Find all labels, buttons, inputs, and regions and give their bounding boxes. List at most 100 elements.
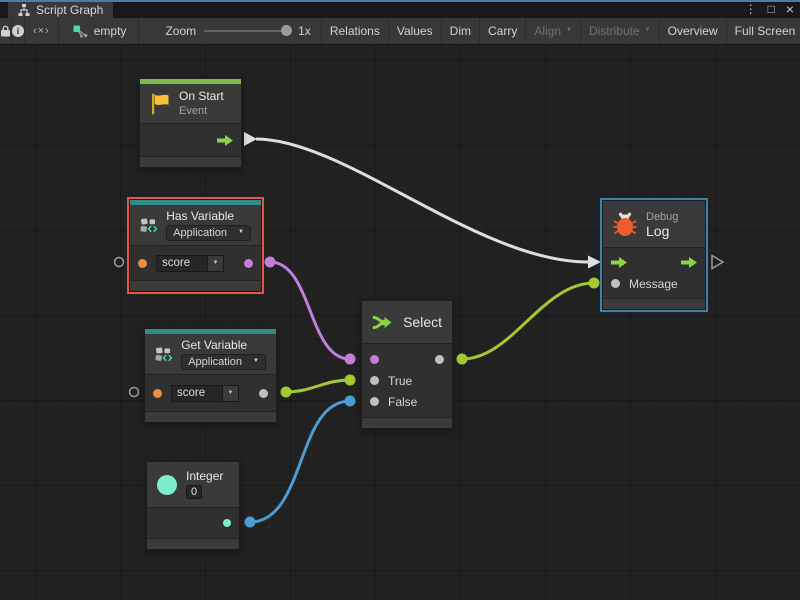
node-header: Debug Log	[603, 201, 705, 247]
code-toggle-icon: ‹×›	[33, 25, 50, 37]
toolbar-button-relations[interactable]: Relations	[321, 18, 388, 44]
node-has-variable[interactable]: Has Variable Application ▼ score ▼	[129, 199, 262, 292]
variable-name-dropdown[interactable]: score ▼	[156, 255, 224, 272]
false-input-port[interactable]	[370, 397, 379, 406]
wire-hasvariable-to-select	[265, 257, 356, 365]
selection-output-port[interactable]	[435, 355, 444, 364]
select-merge-icon	[372, 313, 394, 332]
toolbar-button-carry[interactable]: Carry	[479, 18, 525, 44]
flag-icon	[150, 93, 170, 115]
focus-accent-line	[0, 0, 800, 2]
chevron-down-icon: ▼	[253, 358, 259, 364]
unconnected-port-has-variable-name[interactable]	[115, 258, 124, 267]
close-icon[interactable]: ×	[786, 1, 794, 17]
variable-name-port[interactable]	[138, 259, 147, 268]
breadcrumb-label: empty	[94, 24, 127, 38]
script-graph-window: Script Graph ⋮ □ × i ‹×›	[0, 0, 800, 600]
tab-title: Script Graph	[36, 3, 103, 17]
menu-icon[interactable]: ⋮	[745, 1, 757, 17]
node-header: Integer 0	[147, 462, 239, 507]
wire-onstart-to-debuglog	[244, 132, 601, 269]
chevron-down-icon: ▼	[645, 27, 651, 33]
bug-icon	[613, 212, 637, 237]
variable-name-port[interactable]	[153, 389, 162, 398]
toolbar-button-fullscreen[interactable]: Full Screen	[726, 18, 800, 44]
toolbar-right-group: Relations Values Dim Carry Align ▼ Distr…	[321, 18, 800, 44]
node-get-variable[interactable]: Get Variable Application ▼ score ▼	[144, 328, 277, 423]
code-view-toggle[interactable]: ‹×›	[25, 18, 59, 44]
zoom-slider[interactable]	[204, 30, 290, 32]
node-body: score ▼	[130, 245, 261, 281]
node-body: score ▼	[145, 374, 276, 412]
zoom-label: Zoom	[165, 24, 196, 38]
toolbar-button-values[interactable]: Values	[388, 18, 441, 44]
info-icon: i	[12, 25, 24, 37]
node-header: Get Variable Application ▼	[145, 334, 276, 374]
node-integer[interactable]: Integer 0	[146, 461, 240, 550]
node-debug-log[interactable]: Debug Log Message	[602, 200, 706, 310]
node-footer	[362, 418, 452, 428]
result-output-port[interactable]	[244, 259, 253, 268]
graph-hierarchy-icon	[18, 4, 30, 16]
toolbar-button-distribute[interactable]: Distribute ▼	[580, 18, 659, 44]
value-output-port[interactable]	[259, 389, 268, 398]
message-port-label: Message	[629, 277, 678, 291]
graph-toolbar: i ‹×› empty Zoom 1x Relations Values Dim	[0, 18, 800, 45]
toolbar-button-overview[interactable]: Overview	[659, 18, 726, 44]
graph-breadcrumb[interactable]: empty	[59, 18, 140, 44]
tab-script-graph[interactable]: Script Graph	[8, 2, 113, 18]
chevron-down-icon: ▼	[238, 229, 244, 235]
toolbar-button-dim[interactable]: Dim	[441, 18, 479, 44]
node-select[interactable]: Select True False	[361, 300, 453, 429]
lock-button[interactable]	[0, 18, 12, 44]
maximize-icon[interactable]: □	[768, 1, 775, 17]
window-controls: ⋮ □ ×	[745, 1, 794, 17]
zoom-slider-handle[interactable]	[281, 25, 292, 36]
lock-icon	[0, 25, 11, 37]
flow-input-port[interactable]	[611, 257, 627, 268]
zoom-value: 1x	[298, 24, 311, 38]
node-body	[140, 123, 241, 157]
chevron-down-icon: ▼	[566, 27, 572, 33]
node-title: On Start	[179, 90, 224, 103]
integer-value-field[interactable]: 0	[186, 485, 202, 499]
message-input-port[interactable]	[611, 279, 620, 288]
true-port-label: True	[388, 374, 412, 388]
flow-output-port[interactable]	[681, 257, 697, 268]
integer-output-port[interactable]	[223, 519, 231, 527]
node-header: Has Variable Application ▼	[130, 205, 261, 245]
graph-canvas[interactable]: On Start Event	[0, 45, 800, 600]
flow-output-port[interactable]	[217, 135, 233, 146]
info-button[interactable]: i	[12, 18, 25, 44]
node-title: Has Variable	[166, 210, 251, 223]
node-on-start[interactable]: On Start Event	[139, 78, 242, 168]
chevron-down-icon: ▼	[223, 385, 239, 402]
integer-type-icon	[157, 475, 177, 495]
wire-getvariable-to-select-true	[281, 375, 356, 398]
variables-icon	[140, 214, 157, 237]
toolbar-button-align[interactable]: Align ▼	[525, 18, 580, 44]
false-port-label: False	[388, 395, 417, 409]
wire-select-to-debuglog-message	[457, 278, 600, 365]
node-footer	[145, 412, 276, 422]
true-input-port[interactable]	[370, 376, 379, 385]
variable-scope-dropdown[interactable]: Application ▼	[181, 354, 266, 370]
zoom-control: Zoom 1x	[139, 18, 320, 44]
node-footer	[147, 539, 239, 549]
tab-bar: Script Graph ⋮ □ ×	[0, 0, 800, 18]
node-title: Select	[403, 316, 442, 329]
variables-icon	[155, 343, 172, 366]
unconnected-flow-out-debug-log[interactable]	[712, 256, 723, 269]
node-footer	[140, 157, 241, 167]
chevron-down-icon: ▼	[208, 255, 224, 272]
node-body	[147, 507, 239, 539]
variable-name-dropdown[interactable]: score ▼	[171, 385, 239, 402]
unconnected-port-get-variable-name[interactable]	[130, 388, 139, 397]
condition-input-port[interactable]	[370, 355, 379, 364]
variable-scope-dropdown[interactable]: Application ▼	[166, 225, 251, 241]
node-title: Log	[646, 225, 678, 238]
node-body: True False	[362, 343, 452, 418]
node-header: Select	[362, 301, 452, 343]
graph-pointer-icon	[73, 25, 88, 38]
node-surtitle: Debug	[646, 211, 678, 223]
